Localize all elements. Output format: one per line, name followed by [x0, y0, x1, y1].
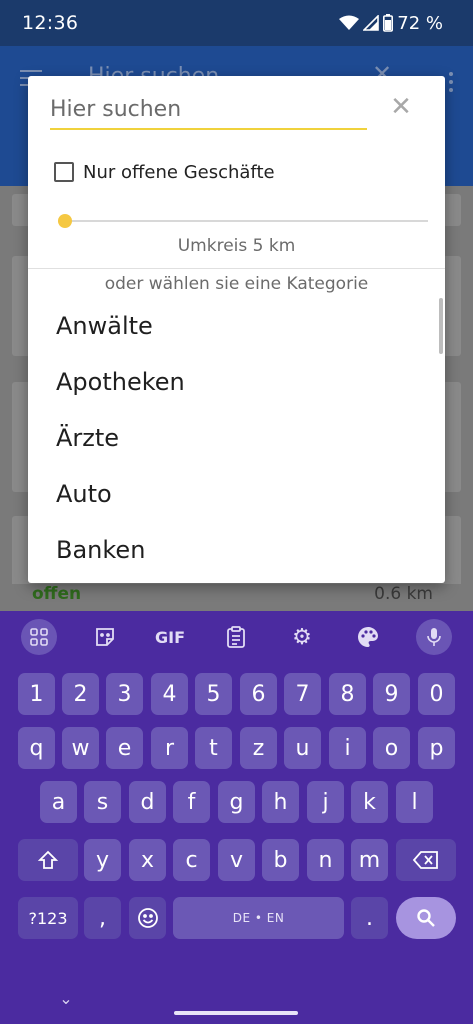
- microphone-icon[interactable]: [416, 619, 452, 655]
- key-4[interactable]: 4: [151, 673, 188, 715]
- radius-label: Umkreis 5 km: [177, 236, 296, 256]
- key-y[interactable]: y: [84, 839, 121, 881]
- keyboard-toolbar: GIF ⚙: [0, 611, 473, 663]
- key-f[interactable]: f: [173, 781, 210, 823]
- status-icons: 72 %: [339, 12, 443, 34]
- key-1[interactable]: 1: [18, 673, 55, 715]
- key-r[interactable]: r: [151, 727, 188, 769]
- space-key[interactable]: DE • EN: [173, 897, 344, 939]
- search-dialog: ✕ Nur offene Geschäfte Umkreis 5 km oder…: [28, 76, 445, 583]
- key-v[interactable]: v: [218, 839, 255, 881]
- key-5[interactable]: 5: [195, 673, 232, 715]
- result-row: offen 0.6 km: [0, 584, 473, 611]
- symbols-key[interactable]: ?123: [18, 897, 78, 939]
- settings-gear-icon[interactable]: ⚙: [284, 619, 320, 655]
- category-list: Anwälte Apotheken Ärzte Auto Banken: [28, 298, 438, 578]
- backspace-icon: [412, 851, 438, 869]
- emoji-icon: [137, 908, 158, 928]
- key-s[interactable]: s: [84, 781, 121, 823]
- open-status: offen: [32, 584, 82, 604]
- key-2[interactable]: 2: [62, 673, 99, 715]
- key-k[interactable]: k: [351, 781, 388, 823]
- key-g[interactable]: g: [218, 781, 255, 823]
- category-item[interactable]: Apotheken: [28, 354, 438, 410]
- key-6[interactable]: 6: [240, 673, 277, 715]
- key-o[interactable]: o: [373, 727, 410, 769]
- shift-arrow-icon: [37, 850, 59, 869]
- key-j[interactable]: j: [307, 781, 344, 823]
- close-icon[interactable]: ✕: [388, 92, 414, 122]
- only-open-label: Nur offene Geschäfte: [83, 161, 275, 183]
- more-options-icon[interactable]: [449, 72, 453, 96]
- wifi-icon: [339, 15, 360, 30]
- slider-track[interactable]: [58, 220, 428, 222]
- shift-key[interactable]: [18, 839, 78, 881]
- keyboard: GIF ⚙ 1 2 3 4 5 6 7 8 9 0 q w e r t z u …: [0, 611, 473, 1024]
- category-item[interactable]: Anwälte: [28, 298, 438, 354]
- only-open-toggle[interactable]: Nur offene Geschäfte: [54, 160, 275, 184]
- status-time: 12:36: [22, 12, 79, 34]
- key-l[interactable]: l: [396, 781, 433, 823]
- search-enter-key[interactable]: [396, 897, 456, 939]
- key-m[interactable]: m: [351, 839, 388, 881]
- key-3[interactable]: 3: [106, 673, 143, 715]
- battery-percent: 72 %: [397, 12, 443, 34]
- key-n[interactable]: n: [307, 839, 344, 881]
- divider: [28, 268, 445, 269]
- signal-icon: [363, 15, 380, 31]
- scrollbar[interactable]: [439, 298, 443, 354]
- navigation-handle[interactable]: [174, 1011, 298, 1015]
- only-open-checkbox[interactable]: [54, 162, 74, 182]
- clipboard-icon[interactable]: [218, 619, 254, 655]
- comma-key[interactable]: ,: [84, 897, 121, 939]
- apps-grid-icon[interactable]: [21, 619, 57, 655]
- key-b[interactable]: b: [262, 839, 299, 881]
- hide-keyboard-chevron-icon[interactable]: ⌄: [58, 991, 74, 1007]
- key-q[interactable]: q: [18, 727, 55, 769]
- key-w[interactable]: w: [62, 727, 99, 769]
- emoji-key[interactable]: [129, 897, 166, 939]
- key-x[interactable]: x: [129, 839, 166, 881]
- period-key[interactable]: .: [351, 897, 388, 939]
- backspace-key[interactable]: [396, 839, 456, 881]
- key-0[interactable]: 0: [418, 673, 455, 715]
- battery-icon: [383, 14, 394, 32]
- search-input[interactable]: [50, 90, 367, 130]
- key-t[interactable]: t: [195, 727, 232, 769]
- sticker-icon[interactable]: [87, 619, 123, 655]
- key-d[interactable]: d: [129, 781, 166, 823]
- result-distance: 0.6 km: [374, 584, 433, 604]
- key-8[interactable]: 8: [329, 673, 366, 715]
- key-p[interactable]: p: [418, 727, 455, 769]
- key-7[interactable]: 7: [284, 673, 321, 715]
- key-a[interactable]: a: [40, 781, 77, 823]
- key-9[interactable]: 9: [373, 673, 410, 715]
- category-item[interactable]: Ärzte: [28, 410, 438, 466]
- key-u[interactable]: u: [284, 727, 321, 769]
- key-e[interactable]: e: [106, 727, 143, 769]
- key-i[interactable]: i: [329, 727, 366, 769]
- key-z[interactable]: z: [240, 727, 277, 769]
- radius-slider[interactable]: [58, 210, 428, 232]
- gif-button[interactable]: GIF: [152, 619, 188, 655]
- slider-thumb[interactable]: [58, 214, 72, 228]
- category-item[interactable]: Banken: [28, 522, 438, 578]
- key-h[interactable]: h: [262, 781, 299, 823]
- category-item[interactable]: Auto: [28, 466, 438, 522]
- status-bar: 12:36 72 %: [0, 0, 473, 46]
- key-c[interactable]: c: [173, 839, 210, 881]
- category-hint: oder wählen sie eine Kategorie: [104, 274, 369, 294]
- search-icon: [417, 909, 435, 927]
- palette-icon[interactable]: [350, 619, 386, 655]
